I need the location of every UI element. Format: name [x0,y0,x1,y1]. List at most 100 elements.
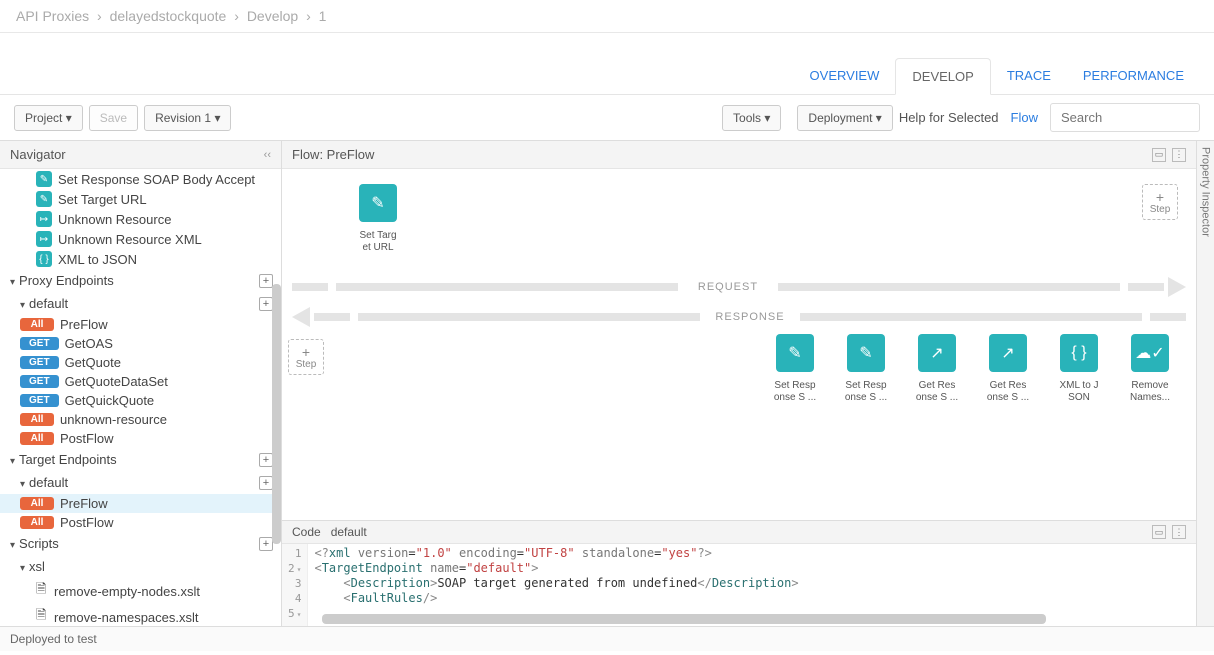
share-icon: ↗ [989,334,1027,372]
step-label: RemoveNames... [1130,380,1170,404]
target-default-section[interactable]: ▾default + [0,471,281,494]
search-input[interactable] [1050,103,1200,132]
flow-view-toggle-icon[interactable]: ▭ [1152,148,1166,162]
crumb-sep: › [97,8,102,24]
revision-dropdown[interactable]: Revision 1 ▾ [144,105,231,131]
cloud-icon: ☁✓ [1131,334,1169,372]
status-bar: Deployed to test [0,626,1214,651]
flow-step[interactable]: ↗Get Resonse S ... [909,334,965,404]
code-title: Code [292,525,321,539]
save-button[interactable]: Save [89,105,138,131]
proxy-flow-item[interactable]: AllPostFlow [0,429,281,448]
proxy-flow-item[interactable]: GETGetQuote [0,353,281,372]
add-proxy-flow-button[interactable]: + [259,297,273,311]
arrow-left-icon [292,307,310,327]
flow-label: PreFlow [60,317,108,332]
xsl-section[interactable]: ▾xsl [0,555,281,578]
collapse-navigator-icon[interactable]: ‹‹ [264,149,271,161]
flow-label: PreFlow [60,496,108,511]
code-menu-icon[interactable]: ⋮ [1172,525,1186,539]
navigator-panel: Navigator ‹‹ ✎Set Response SOAP Body Acc… [0,141,282,626]
tab-develop[interactable]: DEVELOP [895,58,990,95]
flow-step[interactable]: { } XML to JSON [1051,334,1107,404]
proxy-default-section[interactable]: ▾default + [0,292,281,315]
property-inspector-label: Property Inspector [1200,147,1212,237]
policy-label: Unknown Resource XML [58,232,202,247]
step-label: XML to JSON [1059,380,1098,404]
response-flow-bar: RESPONSE [292,311,1186,323]
script-file-item[interactable]: 🗎remove-empty-nodes.xslt [0,578,281,604]
script-file-item[interactable]: 🗎 remove-namespaces.xslt [0,604,281,626]
proxy-flow-item[interactable]: GETGetQuickQuote [0,391,281,410]
help-link-flow[interactable]: Flow [1011,110,1038,125]
target-flow-item[interactable]: AllPreFlow [0,494,281,513]
file-label: remove-namespaces.xslt [54,610,199,625]
policy-item[interactable]: ↦Unknown Resource [0,209,281,229]
crumb-sep: › [306,8,311,24]
code-view-toggle-icon[interactable]: ▭ [1152,525,1166,539]
toolbar: Project ▾ Save Revision 1 ▾ Tools ▾ Depl… [0,95,1214,140]
target-flow-item[interactable]: AllPostFlow [0,513,281,532]
file-icon: 🗎 [36,606,48,626]
crumb-api-proxies[interactable]: API Proxies [16,8,89,24]
proxy-flow-item[interactable]: GETGetQuoteDataSet [0,372,281,391]
flow-step[interactable]: ✎ Set Response S ... [767,334,823,404]
step-label: Get Resonse S ... [987,380,1029,404]
help-label: Help for Selected [899,110,999,125]
pencil-icon: ✎ [847,334,885,372]
flow-step[interactable]: ✎Set Target URL [350,184,406,254]
tab-trace[interactable]: TRACE [991,58,1067,94]
property-inspector-panel[interactable]: Property Inspector [1196,141,1214,626]
flow-title: Flow: PreFlow [292,147,374,162]
flow-step[interactable]: ☁✓ RemoveNames... [1122,334,1178,404]
proxy-endpoints-section[interactable]: ▾Proxy Endpoints + [0,269,281,292]
plus-icon: + [1156,190,1164,204]
flow-label: unknown-resource [60,412,167,427]
file-label: remove-empty-nodes.xslt [54,584,200,599]
arrow-right-icon [1168,277,1186,297]
method-badge: All [20,413,54,426]
code-editor[interactable]: 12345 <?xml version="1.0" encoding="UTF-… [282,544,1196,626]
scripts-section[interactable]: ▾Scripts + [0,532,281,555]
navigator-tree[interactable]: ✎Set Response SOAP Body Accept✎Set Targe… [0,169,281,626]
proxy-flow-item[interactable]: AllPreFlow [0,315,281,334]
crumb-proxy[interactable]: delayedstockquote [110,8,227,24]
crumb-develop[interactable]: Develop [247,8,298,24]
policy-item[interactable]: ✎Set Target URL [0,189,281,209]
flow-label: GetQuoteDataSet [65,374,168,389]
code-horizontal-scrollbar[interactable] [322,614,1046,624]
pencil-icon: ✎ [359,184,397,222]
proxy-flow-item[interactable]: GETGetOAS [0,334,281,353]
flow-step[interactable]: ↗ Get Resonse S ... [980,334,1036,404]
flow-menu-icon[interactable]: ⋮ [1172,148,1186,162]
tab-overview[interactable]: OVERVIEW [794,58,896,94]
add-target-flow-button[interactable]: + [259,476,273,490]
add-request-step-button[interactable]: + Step [1142,184,1178,220]
navigator-scrollbar[interactable] [272,284,281,544]
flow-step[interactable]: ✎Set Response S ... [838,334,894,404]
project-dropdown[interactable]: Project ▾ [14,105,83,131]
add-response-step-button[interactable]: + Step [288,339,324,375]
pencil-icon: ✎ [776,334,814,372]
main-tabs: OVERVIEW DEVELOP TRACE PERFORMANCE [0,58,1214,95]
flow-canvas[interactable]: ✎Set Target URL + Step REQUEST R [282,169,1196,520]
step-label: Set Response S ... [774,380,816,404]
target-endpoints-section[interactable]: ▾Target Endpoints + [0,448,281,471]
braces-icon: { } [1060,334,1098,372]
add-target-endpoint-button[interactable]: + [259,453,273,467]
policy-item[interactable]: ✎Set Response SOAP Body Accept [0,169,281,189]
tab-performance[interactable]: PERFORMANCE [1067,58,1200,94]
tools-dropdown[interactable]: Tools ▾ [722,105,781,131]
proxy-flow-item[interactable]: All unknown-resource [0,410,281,429]
policy-label: XML to JSON [58,252,137,267]
add-script-button[interactable]: + [259,537,273,551]
method-badge: GET [20,337,59,350]
deployment-dropdown[interactable]: Deployment ▾ [797,105,892,131]
request-flow-bar: REQUEST [292,281,1186,293]
policy-item[interactable]: { } XML to JSON [0,249,281,269]
flow-label: PostFlow [60,431,113,446]
crumb-revision[interactable]: 1 [319,8,327,24]
add-proxy-endpoint-button[interactable]: + [259,274,273,288]
braces-icon: { } [36,251,52,267]
policy-item[interactable]: ↦Unknown Resource XML [0,229,281,249]
